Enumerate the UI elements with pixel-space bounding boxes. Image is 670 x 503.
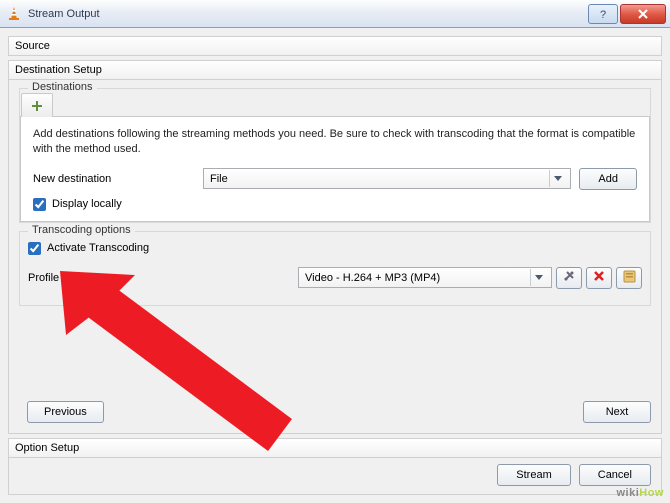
destination-tabpage: Add destinations following the streaming… bbox=[20, 116, 650, 222]
next-button-label: Next bbox=[606, 406, 629, 418]
watermark: wikiHow bbox=[616, 483, 664, 499]
destinations-description: Add destinations following the streaming… bbox=[33, 127, 637, 158]
previous-button[interactable]: Previous bbox=[27, 401, 104, 423]
activate-transcoding-checkbox[interactable]: Activate Transcoding bbox=[28, 242, 642, 255]
stream-button-label: Stream bbox=[516, 469, 551, 481]
activate-transcoding-input[interactable] bbox=[28, 242, 41, 255]
section-source-title: Source bbox=[15, 40, 50, 52]
tools-icon bbox=[562, 269, 576, 286]
add-destination-tab[interactable] bbox=[21, 93, 53, 117]
section-source[interactable]: Source bbox=[8, 36, 662, 56]
profile-value: Video - H.264 + MP3 (MP4) bbox=[305, 272, 440, 284]
new-destination-select[interactable]: File bbox=[203, 168, 571, 189]
transcoding-group: Transcoding options Activate Transcoding… bbox=[19, 231, 651, 306]
nav-row: Previous Next bbox=[19, 395, 651, 423]
destinations-group-title: Destinations bbox=[28, 81, 97, 93]
chevron-down-icon bbox=[530, 269, 547, 286]
dialog-footer: Stream Cancel bbox=[8, 458, 662, 495]
window-title: Stream Output bbox=[28, 8, 100, 20]
profile-label: Profile bbox=[28, 272, 198, 284]
display-locally-label: Display locally bbox=[52, 198, 122, 210]
section-option-setup[interactable]: Option Setup bbox=[8, 438, 662, 458]
new-profile-button[interactable] bbox=[616, 267, 642, 289]
save-profile-icon bbox=[623, 270, 636, 286]
new-destination-label: New destination bbox=[33, 173, 203, 185]
delete-icon bbox=[593, 270, 605, 285]
help-button[interactable]: ? bbox=[588, 4, 618, 24]
chevron-down-icon bbox=[549, 170, 566, 187]
section-destination-setup[interactable]: Destination Setup bbox=[8, 60, 662, 80]
stream-button[interactable]: Stream bbox=[497, 464, 570, 486]
section-option-setup-title: Option Setup bbox=[15, 442, 79, 454]
add-button-label: Add bbox=[598, 173, 618, 185]
add-button[interactable]: Add bbox=[579, 168, 637, 190]
profile-select[interactable]: Video - H.264 + MP3 (MP4) bbox=[298, 267, 552, 288]
close-button[interactable] bbox=[620, 4, 666, 24]
new-destination-value: File bbox=[210, 173, 228, 185]
delete-profile-button[interactable] bbox=[586, 267, 612, 289]
destination-setup-body: Destinations Add destinations following … bbox=[8, 80, 662, 434]
next-button[interactable]: Next bbox=[583, 401, 651, 423]
new-destination-row: New destination File Add bbox=[33, 168, 637, 190]
plus-icon bbox=[30, 99, 44, 113]
section-destination-setup-title: Destination Setup bbox=[15, 64, 102, 76]
vlc-cone-icon bbox=[6, 6, 22, 22]
edit-profile-button[interactable] bbox=[556, 267, 582, 289]
transcoding-group-title: Transcoding options bbox=[28, 224, 135, 236]
titlebar: Stream Output ? bbox=[0, 0, 670, 28]
display-locally-input[interactable] bbox=[33, 198, 46, 211]
profile-row: Profile Video - H.264 + MP3 (MP4) bbox=[28, 267, 642, 289]
destination-tabs bbox=[20, 89, 642, 117]
display-locally-checkbox[interactable]: Display locally bbox=[33, 198, 637, 211]
previous-button-label: Previous bbox=[44, 406, 87, 418]
cancel-button-label: Cancel bbox=[598, 469, 632, 481]
client-area: Source Destination Setup Destinations Ad… bbox=[0, 28, 670, 503]
destinations-group: Destinations Add destinations following … bbox=[19, 88, 651, 223]
svg-text:?: ? bbox=[600, 9, 606, 19]
activate-transcoding-label: Activate Transcoding bbox=[47, 242, 149, 254]
